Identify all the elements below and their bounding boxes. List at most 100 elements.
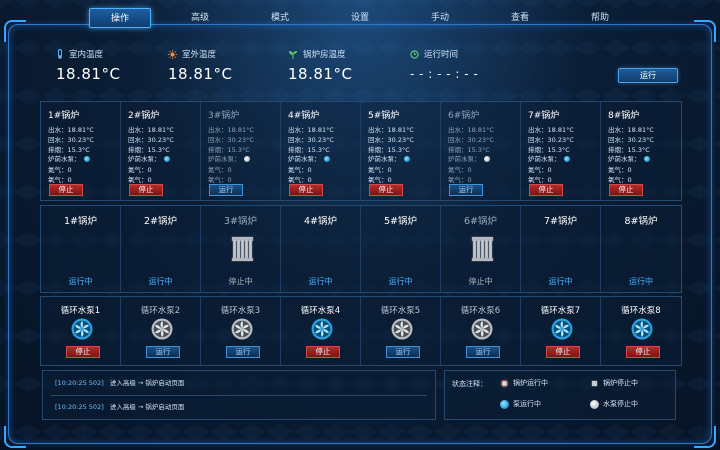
boiler-run-button[interactable]: 运行 <box>449 184 483 196</box>
pump-name: 循环水泵2 <box>140 306 181 316</box>
pump-run-button[interactable]: 运行 <box>386 346 420 358</box>
boiler-name: 7#锅炉 <box>528 111 560 121</box>
boiler-supply-reading: 出水：18.81°C <box>528 126 574 134</box>
boiler-oxygen-reading: 氧气：0 <box>288 176 312 184</box>
boiler-stop-button[interactable]: 停止 <box>609 184 643 196</box>
pump-run-button[interactable]: 运行 <box>146 346 180 358</box>
top-nav: 操作 高级 模式 设置 手动 查看 帮助 <box>80 8 670 30</box>
nav-tab-settings[interactable]: 设置 <box>320 8 400 28</box>
boiler-stopped-icon <box>591 380 598 386</box>
boiler-name: 4#锅炉 <box>303 216 337 227</box>
boiler-pump-row: 炉前水泵： <box>448 153 490 163</box>
pump-card: 循环水泵5 运行 <box>361 297 441 365</box>
boiler-nitrogen-reading: 氮气：0 <box>608 166 632 174</box>
nav-tab-manual[interactable]: 手动 <box>400 8 480 28</box>
pump-card: 循环水泵2 运行 <box>121 297 201 365</box>
boiler-stop-button[interactable]: 停止 <box>529 184 563 196</box>
boiler-nitrogen-reading: 氮气：0 <box>448 166 472 174</box>
boiler-return-reading: 回水：30.23°C <box>608 136 654 144</box>
pump-status-icon <box>403 156 410 162</box>
nav-tab-view[interactable]: 查看 <box>480 8 560 28</box>
nav-tab-operate[interactable]: 操作 <box>89 8 151 28</box>
log-timestamp: [10:20:25 502] <box>55 403 104 411</box>
boiler-status-card: 6#锅炉 停止中 <box>441 206 521 292</box>
header-stats: 室内温度 18.81°C 室外温度 18.81°C 锅炉房温度 18.81°C … <box>42 48 692 90</box>
nav-tab-help[interactable]: 帮助 <box>560 8 640 28</box>
runtime-label: 运行时间 <box>424 50 459 60</box>
boiler-oxygen-reading: 氧气：0 <box>208 176 232 184</box>
boiler-card: 2#锅炉 出水：18.81°C 回水：30.23°C 排烟：15.3°C 炉前水泵： 氮气… <box>121 102 201 200</box>
boiler-name: 4#锅炉 <box>288 111 320 121</box>
system-run-button[interactable]: 运行 <box>618 68 678 83</box>
boiler-oxygen-reading: 氧气：0 <box>48 176 72 184</box>
pump-running-icon <box>551 318 573 340</box>
legend-boiler-stopped-label: 锅炉停止中 <box>603 379 638 387</box>
boiler-name: 8#锅炉 <box>608 111 640 121</box>
outdoor-temp-label: 室外温度 <box>182 50 217 60</box>
frame-corner <box>694 20 716 42</box>
boiler-return-reading: 回水：30.23°C <box>448 136 494 144</box>
boiler-supply-reading: 出水：18.81°C <box>448 126 494 134</box>
boiler-name: 6#锅炉 <box>448 111 480 121</box>
boiler-nitrogen-reading: 氮气：0 <box>528 166 552 174</box>
pump-stop-button[interactable]: 停止 <box>626 346 660 358</box>
boiler-run-button[interactable]: 运行 <box>209 184 243 196</box>
boiler-pump-label: 炉前水泵： <box>528 155 561 163</box>
pump-name: 循环水泵8 <box>621 306 661 316</box>
boiler-stop-button[interactable]: 停止 <box>49 184 83 196</box>
legend-pump-stopped: 水泵停止中 <box>590 399 638 409</box>
boiler-stop-button[interactable]: 停止 <box>369 184 403 196</box>
pump-card: 循环水泵3 运行 <box>201 297 281 365</box>
boiler-pump-label: 炉前水泵： <box>48 155 81 163</box>
pump-status-icon <box>563 156 570 162</box>
pump-run-button[interactable]: 运行 <box>226 346 260 358</box>
pump-panel: 循环水泵1 停止 循环水泵2 运行 循环水泵3 运行 循环水泵4 停止 循环水泵5 运行 循环水泵6… <box>40 296 682 366</box>
boiler-stop-button[interactable]: 停止 <box>129 184 163 196</box>
boiler-status-card: 1#锅炉 运行中 <box>41 206 121 292</box>
boiler-readings-panel: 1#锅炉 出水：18.81°C 回水：30.23°C 排烟：15.3°C 炉前水泵： 氮气… <box>40 101 682 201</box>
legend-boiler-running: 锅炉运行中 <box>500 378 548 388</box>
boiler-card: 5#锅炉 出水：18.81°C 回水：30.23°C 排烟：15.3°C 炉前水泵： 氮气… <box>361 102 441 200</box>
boiler-status-card: 7#锅炉 运行中 <box>521 206 601 292</box>
boiler-running-icon <box>67 230 97 266</box>
legend-title: 状态注释： <box>452 380 487 388</box>
pump-stop-button[interactable]: 停止 <box>306 346 340 358</box>
boiler-stop-button[interactable]: 停止 <box>289 184 323 196</box>
legend-boiler-running-label: 锅炉运行中 <box>513 379 548 387</box>
nav-tab-mode[interactable]: 模式 <box>240 8 320 28</box>
nav-tab-advanced[interactable]: 高级 <box>160 8 240 28</box>
runtime-stat: 运行时间 - - : - - : - - <box>410 48 478 81</box>
boiler-card: 8#锅炉 出水：18.81°C 回水：30.23°C 排烟：15.3°C 炉前水泵： 氮气… <box>601 102 681 200</box>
pump-stop-button[interactable]: 停止 <box>546 346 580 358</box>
pump-stop-button[interactable]: 停止 <box>66 346 100 358</box>
clock-icon <box>410 49 419 59</box>
boiler-supply-reading: 出水：18.81°C <box>288 126 334 134</box>
indoor-temp-value: 18.81°C <box>56 65 121 83</box>
plant-icon <box>289 50 297 59</box>
boiler-room-temp-value: 18.81°C <box>288 65 353 83</box>
outdoor-temp-stat: 室外温度 18.81°C <box>168 48 232 83</box>
pump-run-button[interactable]: 运行 <box>466 346 500 358</box>
log-entry: [10:20:25 502] 进入高级 → 锅炉启动页面 <box>55 377 184 387</box>
boiler-name: 1#锅炉 <box>63 216 97 227</box>
boiler-card: 6#锅炉 出水：18.81°C 回水：30.23°C 排烟：15.3°C 炉前水泵： 氮气… <box>441 102 521 200</box>
pump-card: 循环水泵1 停止 <box>41 297 121 365</box>
boiler-oxygen-reading: 氧气：0 <box>608 176 632 184</box>
pump-status-icon <box>243 156 250 162</box>
legend-boiler-stopped: 锅炉停止中 <box>590 378 638 388</box>
boiler-card: 1#锅炉 出水：18.81°C 回水：30.23°C 排烟：15.3°C 炉前水泵： 氮气… <box>41 102 121 200</box>
pump-running-icon <box>71 318 93 340</box>
boiler-name: 2#锅炉 <box>143 216 177 227</box>
boiler-running-icon <box>387 230 417 266</box>
boiler-pump-row: 炉前水泵： <box>528 153 570 163</box>
boiler-status-panel: 1#锅炉 运行中 2#锅炉 运行中 3#锅炉 停止中 4#锅炉 运行中 5#锅炉 运行中 6#锅炉停… <box>40 205 682 293</box>
boiler-pump-row: 炉前水泵： <box>608 153 650 163</box>
boiler-pump-row: 炉前水泵： <box>48 153 90 163</box>
boiler-pump-label: 炉前水泵： <box>128 155 161 163</box>
log-text: 进入高级 → 锅炉启动页面 <box>109 379 185 387</box>
boiler-status-text: 运行中 <box>308 277 333 286</box>
legend-pump-running: 泵运行中 <box>500 399 541 409</box>
boiler-room-temp-label: 锅炉房温度 <box>303 50 346 60</box>
pump-status-icon <box>643 156 650 162</box>
boiler-name: 7#锅炉 <box>543 216 577 227</box>
